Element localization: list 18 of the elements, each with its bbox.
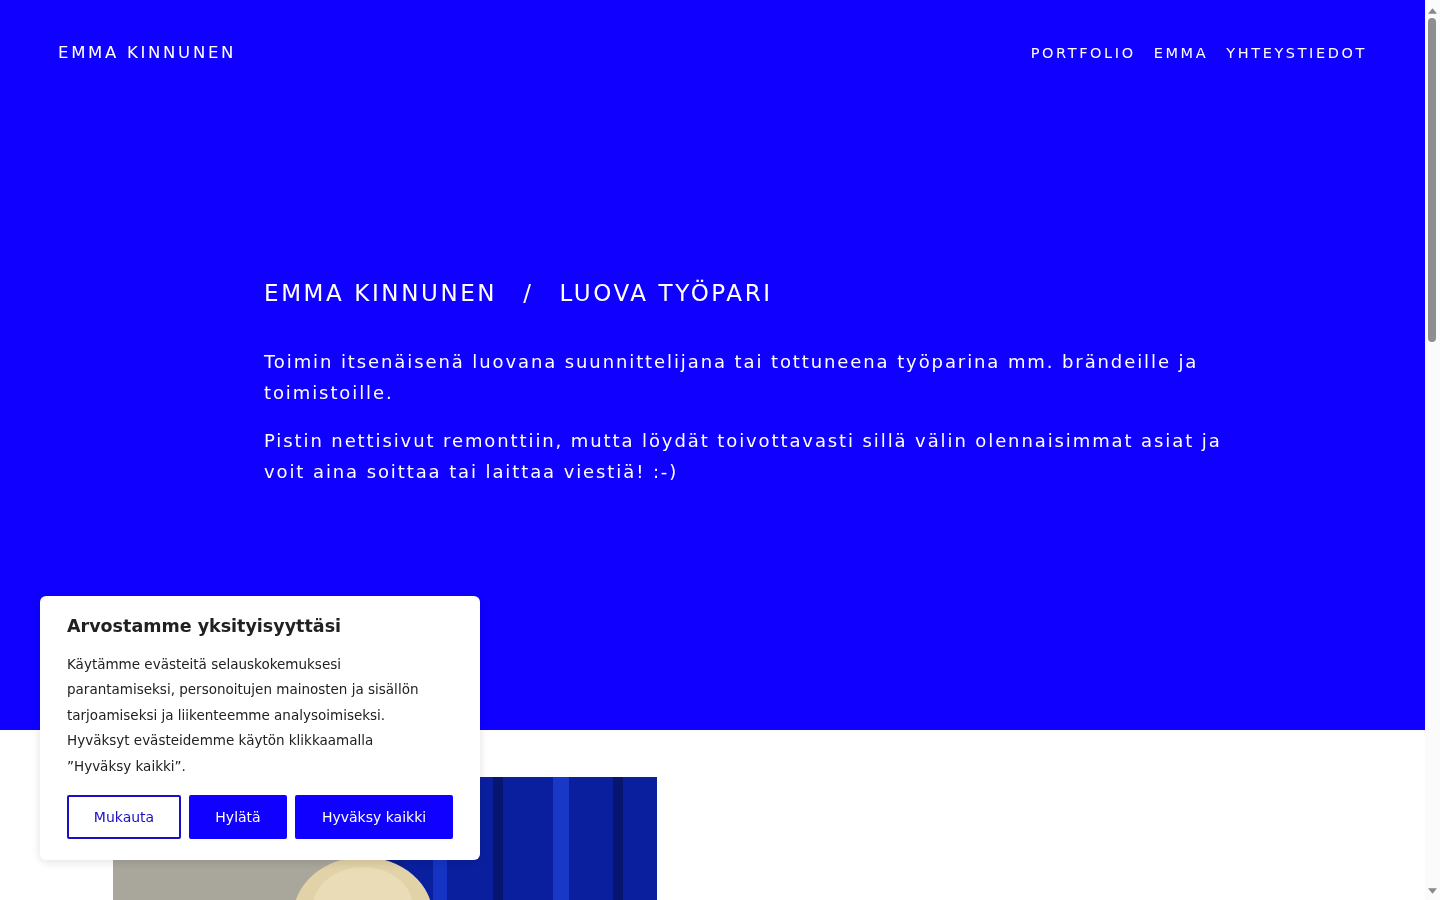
scrollbar[interactable]: [1425, 0, 1440, 900]
title-separator: /: [523, 280, 534, 306]
cookie-button[interactable]: Hyväksy kaikki: [295, 795, 453, 840]
nav-link[interactable]: YHTEYSTIEDOT: [1226, 44, 1367, 61]
cookie-title: Arvostamme yksityisyyttäsi: [67, 616, 343, 636]
hero-role: LUOVA TYÖPARI: [559, 280, 773, 306]
cookie-button[interactable]: Mukauta: [67, 795, 181, 840]
nav-link[interactable]: EMMA: [1153, 44, 1209, 61]
intro-paragraph: Toimin itsenäisenä luovana suunnittelijana tai tottuneena työparina mm. brändeille ja toimistoille.: [264, 350, 1200, 405]
cookie-text: Käytämme evästeitä selauskokemuksesi parantamiseksi, personoitujen mainosten ja sisällön tarjoamiseksi ja liikenteemme analysoimiseksi. Hyväksyt evästeidemme käytön klikkaamalla ”Hyväksy kaikki”.: [67, 655, 420, 776]
intro-paragraph: Pistin nettisivut remonttiin, mutta löydät toivottavasti sillä välin olennaisimmat asiat ja voit aina soittaa tai laittaa viestiä! :-): [264, 429, 1223, 484]
scroll-down-icon[interactable]: [1428, 888, 1437, 894]
hero-name: EMMA KINNUNEN: [264, 280, 498, 306]
scroll-up-icon[interactable]: [1428, 8, 1437, 14]
cookie-button[interactable]: Hylätä: [189, 795, 287, 840]
scrollbar-thumb[interactable]: [1428, 18, 1436, 342]
site-logo[interactable]: EMMA KINNUNEN: [58, 43, 237, 62]
nav-link[interactable]: PORTFOLIO: [1030, 44, 1136, 61]
